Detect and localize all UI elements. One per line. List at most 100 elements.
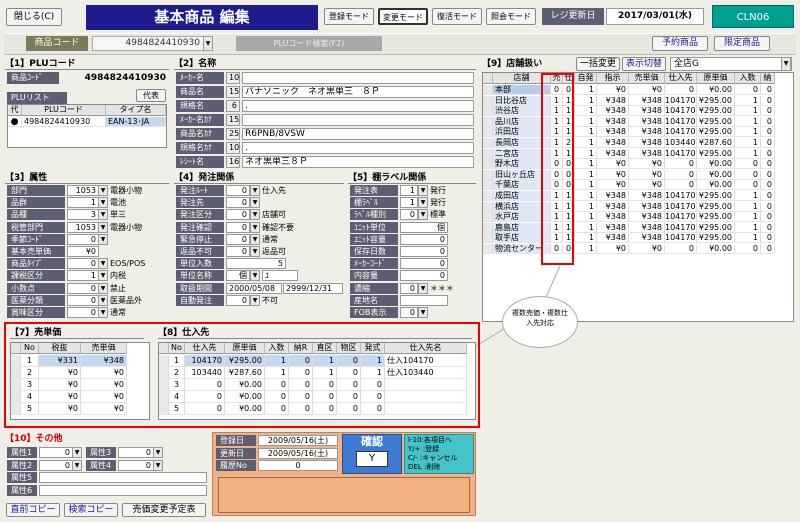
ordering-value[interactable]: 0 <box>226 185 250 196</box>
supplier-cell[interactable]: 1 <box>361 367 385 379</box>
name-input[interactable]: ネオ黒単三８Ｐ <box>242 156 474 168</box>
supplier-cell[interactable]: 0 <box>361 403 385 415</box>
stores-cell[interactable]: 1 <box>563 106 575 117</box>
price-cell[interactable]: ¥0 <box>39 367 81 379</box>
category-dropdown-icon[interactable]: ▼ <box>98 294 108 306</box>
category-dropdown-icon[interactable]: ▼ <box>98 282 108 294</box>
stores-cell[interactable]: 1 <box>551 148 563 159</box>
supplier-cell[interactable]: 1 <box>265 355 289 367</box>
stores-cell[interactable]: 1 <box>575 95 597 106</box>
other-value-2[interactable]: 0 <box>118 447 154 458</box>
shelf-dropdown-icon[interactable]: ▼ <box>418 197 428 209</box>
supplier-cell[interactable]: 1 <box>313 367 337 379</box>
category-dropdown-icon[interactable]: ▼ <box>98 270 108 282</box>
supplier-cell[interactable]: 0 <box>313 391 337 403</box>
stores-cell[interactable]: 0 <box>563 169 575 180</box>
stores-cell[interactable]: 1 <box>551 138 563 148</box>
supplier-cell[interactable]: 0 <box>313 403 337 415</box>
stores-cell[interactable]: 1 <box>575 106 597 117</box>
supplier-cell[interactable]: 0 <box>289 367 313 379</box>
category-value[interactable]: 3 <box>67 209 99 221</box>
plu-rep-button[interactable]: 代表 <box>136 89 166 102</box>
stores-cell[interactable]: 1 <box>563 191 575 201</box>
price-cell[interactable]: ¥0 <box>81 403 127 415</box>
confirm-input[interactable]: Y <box>356 451 388 467</box>
ordering-dropdown-icon[interactable]: ▼ <box>250 209 260 221</box>
supplier-cell[interactable] <box>385 403 467 415</box>
ordering-value[interactable]: 0 <box>226 246 250 257</box>
price-cell[interactable]: ¥0 <box>81 379 127 391</box>
stores-cell[interactable]: 1 <box>563 95 575 106</box>
stores-cell[interactable]: 1 <box>575 127 597 138</box>
other-dropdown-icon-2[interactable]: ▼ <box>153 447 163 458</box>
other-value[interactable]: 0 <box>39 447 73 458</box>
stores-cell[interactable]: 1 <box>551 222 563 233</box>
stores-cell[interactable]: 0 <box>563 244 575 254</box>
shelf-dropdown-icon[interactable]: ▼ <box>418 282 428 294</box>
supplier-cell[interactable]: 0 <box>337 403 361 415</box>
category-value[interactable]: 0 <box>67 233 99 245</box>
price-change-schedule-button[interactable]: 売価変更予定表 <box>122 503 206 517</box>
ordering-value[interactable]: 0 <box>226 233 250 245</box>
name-input[interactable]: . <box>242 100 474 112</box>
ordering-value[interactable]: 0 <box>226 197 250 209</box>
stores-cell[interactable]: 1 <box>575 233 597 244</box>
supplier-cell[interactable]: 0 <box>361 391 385 403</box>
shelf-value[interactable]: 0 <box>400 209 418 221</box>
stores-cell[interactable]: 1 <box>575 85 597 95</box>
price-cell[interactable]: ¥331 <box>39 355 81 367</box>
category-dropdown-icon[interactable]: ▼ <box>98 209 108 221</box>
stores-cell[interactable]: 1 <box>575 180 597 191</box>
shelf-value[interactable] <box>400 294 448 306</box>
shelf-value[interactable]: 1 <box>400 185 418 196</box>
mode-restore-button[interactable]: 復活モード <box>432 8 482 25</box>
stores-cell[interactable]: 2 <box>563 138 575 148</box>
supplier-cell[interactable]: ¥295.00 <box>225 355 265 367</box>
supplier-cell[interactable]: 0 <box>265 403 289 415</box>
plu-search-button[interactable]: PLUコード検索(F2) <box>236 36 382 51</box>
category-value[interactable]: 1053 <box>67 221 99 233</box>
supplier-cell[interactable]: 0 <box>337 391 361 403</box>
stores-cell[interactable]: 1 <box>563 212 575 223</box>
limited-product-button[interactable]: 限定商品 <box>714 36 770 51</box>
category-value[interactable]: 0 <box>67 307 99 318</box>
stores-cell[interactable]: 1 <box>563 201 575 212</box>
supplier-cell[interactable]: 104170 <box>185 355 225 367</box>
supplier-cell[interactable]: 0 <box>289 379 313 391</box>
supplier-cell[interactable]: ¥287.60 <box>225 367 265 379</box>
ordering-dropdown-icon[interactable]: ▼ <box>250 185 260 196</box>
stores-cell[interactable]: 1 <box>551 106 563 117</box>
plu-row-rep[interactable]: ● <box>8 117 22 127</box>
price-cell[interactable]: ¥348 <box>81 355 127 367</box>
reserve-product-button[interactable]: 予約商品 <box>652 36 708 51</box>
shelf-dropdown-icon[interactable]: ▼ <box>418 209 428 221</box>
supplier-cell[interactable]: 0 <box>313 379 337 391</box>
shelf-dropdown-icon[interactable]: ▼ <box>418 185 428 196</box>
ordering-dropdown-icon[interactable]: ▼ <box>250 233 260 245</box>
stores-cell[interactable]: 1 <box>563 116 575 127</box>
store-group-dropdown-icon[interactable]: ▼ <box>781 57 791 71</box>
close-button[interactable]: 閉じる(C) <box>6 8 62 26</box>
stores-cell[interactable]: 1 <box>575 138 597 148</box>
shelf-value[interactable]: 1 <box>400 197 418 209</box>
stores-cell[interactable]: 1 <box>551 95 563 106</box>
shelf-value[interactable]: 0 <box>400 246 448 257</box>
ordering-value[interactable]: 0 <box>226 209 250 221</box>
stores-cell[interactable]: 0 <box>563 159 575 170</box>
supplier-cell[interactable]: 0 <box>185 391 225 403</box>
ordering-dropdown-icon[interactable]: ▼ <box>250 294 260 306</box>
stores-cell[interactable]: 1 <box>575 159 597 170</box>
ordering-dropdown-icon[interactable]: ▼ <box>250 246 260 257</box>
stores-cell[interactable]: 1 <box>551 212 563 223</box>
ordering-end-date[interactable]: 2999/12/31 <box>283 282 343 294</box>
stores-cell[interactable]: 1 <box>563 127 575 138</box>
name-input[interactable] <box>242 114 474 126</box>
price-cell[interactable]: ¥0 <box>39 403 81 415</box>
ordering-value[interactable]: 0 <box>226 294 250 306</box>
ordering-unit-name[interactable]: ﾕ <box>262 270 298 282</box>
supplier-cell[interactable]: 0 <box>289 391 313 403</box>
ordering-dropdown-icon[interactable]: ▼ <box>250 197 260 209</box>
stores-cell[interactable]: 1 <box>551 233 563 244</box>
stores-cell[interactable]: 1 <box>575 116 597 127</box>
stores-cell[interactable]: 1 <box>575 191 597 201</box>
